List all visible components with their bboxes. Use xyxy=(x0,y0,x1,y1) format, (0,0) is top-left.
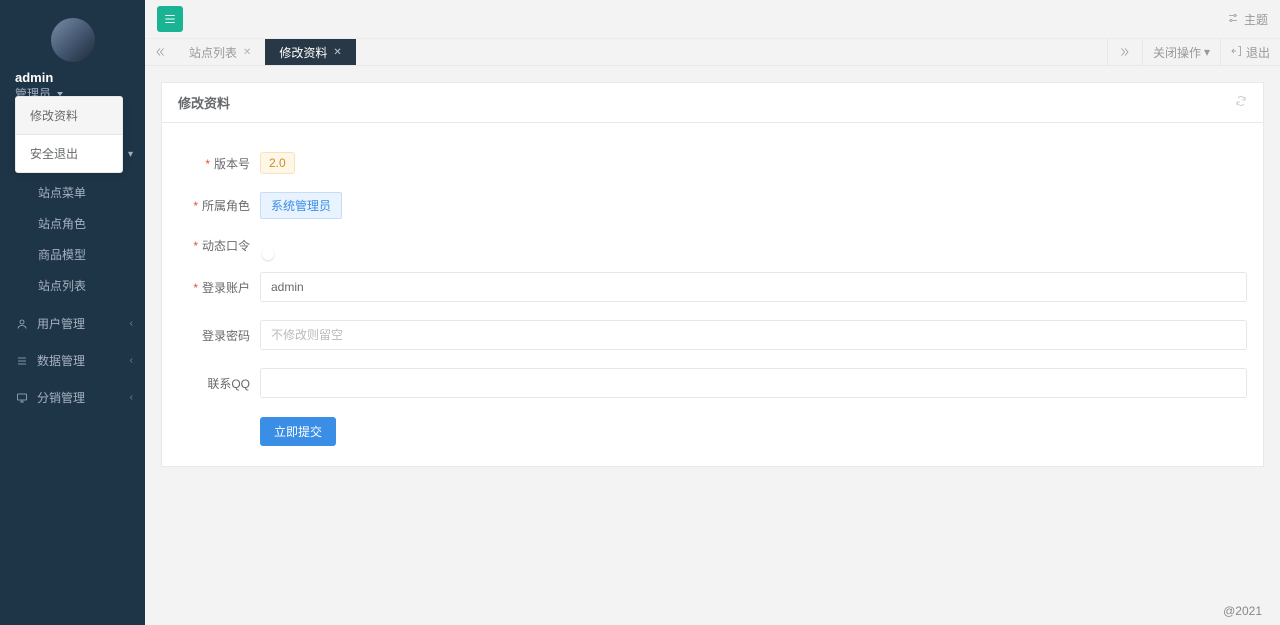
caret-down-icon: ▾ xyxy=(1204,45,1210,59)
qq-input[interactable] xyxy=(260,368,1247,398)
profile-dropdown-edit[interactable]: 修改资料 xyxy=(16,97,122,134)
tab-label: 修改资料 xyxy=(279,44,327,61)
sidebar-item-user-mgmt[interactable]: 用户管理 ‹ xyxy=(0,305,145,342)
sidebar-sub-item[interactable]: 站点菜单 xyxy=(0,177,145,208)
topbar: 主题 xyxy=(145,0,1280,38)
tab-edit-profile[interactable]: 修改资料 ✕ xyxy=(265,39,355,65)
theme-label: 主题 xyxy=(1244,11,1268,28)
sidebar-item-label: 数据管理 xyxy=(37,352,85,369)
panel: 修改资料 *版本号 2.0 *所属角色 系统管理员 *动态 xyxy=(161,82,1264,467)
avatar xyxy=(51,18,95,62)
content: 修改资料 *版本号 2.0 *所属角色 系统管理员 *动态 xyxy=(145,66,1280,597)
panel-body: *版本号 2.0 *所属角色 系统管理员 *动态口令 *登录账户 xyxy=(162,123,1263,466)
field-label-qq: 联系QQ xyxy=(207,377,250,391)
close-icon[interactable]: ✕ xyxy=(243,47,251,58)
refresh-icon[interactable] xyxy=(1235,95,1247,110)
field-label-password: 登录密码 xyxy=(202,329,250,343)
logout-button[interactable]: 退出 xyxy=(1220,39,1280,65)
tab-site-list[interactable]: 站点列表 ✕ xyxy=(175,39,265,65)
logout-label: 退出 xyxy=(1246,44,1270,61)
account-input[interactable] xyxy=(260,272,1247,302)
sidebar-item-label: 用户管理 xyxy=(37,315,85,332)
footer: @2021 xyxy=(145,597,1280,625)
field-label-otp: 动态口令 xyxy=(202,239,250,253)
close-icon[interactable]: ✕ xyxy=(333,47,341,58)
sidebar-sub-site-mgmt: 站点菜单 站点角色 商品模型 站点列表 xyxy=(0,173,145,305)
sidebar-toggle-button[interactable] xyxy=(157,6,183,32)
chevron-left-icon: ‹ xyxy=(130,355,133,366)
main: 主题 站点列表 ✕ 修改资料 ✕ xyxy=(145,0,1280,625)
panel-header: 修改资料 xyxy=(162,83,1263,123)
submit-button[interactable]: 立即提交 xyxy=(260,417,336,446)
list-icon xyxy=(15,355,29,367)
profile-name: admin xyxy=(15,70,130,85)
tabs-scroll-left[interactable] xyxy=(145,39,175,65)
footer-text: @2021 xyxy=(1223,604,1262,618)
sidebar: admin 管理员 修改资料 安全退出 站点管理 ▾ 站点菜单 站点角色 xyxy=(0,0,145,625)
profile-dropdown: 修改资料 安全退出 xyxy=(15,96,123,173)
profile-block: admin 管理员 修改资料 安全退出 xyxy=(0,0,145,110)
field-label-version: 版本号 xyxy=(214,157,250,171)
chevron-left-icon: ‹ xyxy=(130,392,133,403)
theme-button[interactable]: 主题 xyxy=(1226,11,1268,28)
sidebar-sub-item[interactable]: 站点角色 xyxy=(0,208,145,239)
tab-label: 站点列表 xyxy=(189,44,237,61)
logout-icon xyxy=(1231,45,1243,60)
field-label-role: 所属角色 xyxy=(202,199,250,213)
tabs-bar: 站点列表 ✕ 修改资料 ✕ 关闭操作 ▾ xyxy=(145,38,1280,66)
close-operations-dropdown[interactable]: 关闭操作 ▾ xyxy=(1142,39,1220,65)
user-icon xyxy=(15,318,29,330)
field-label-account: 登录账户 xyxy=(202,281,250,295)
role-badge[interactable]: 系统管理员 xyxy=(260,192,342,219)
sidebar-sub-item[interactable]: 站点列表 xyxy=(0,270,145,301)
panel-title: 修改资料 xyxy=(178,93,230,112)
sidebar-item-data-mgmt[interactable]: 数据管理 ‹ xyxy=(0,342,145,379)
chevron-left-icon: ‹ xyxy=(130,318,133,329)
sidebar-item-label: 分销管理 xyxy=(37,389,85,406)
monitor-icon xyxy=(15,392,29,404)
sliders-icon xyxy=(1226,12,1240,27)
sidebar-item-dist-mgmt[interactable]: 分销管理 ‹ xyxy=(0,379,145,416)
profile-dropdown-logout[interactable]: 安全退出 xyxy=(16,135,122,172)
tabs-scroll-right[interactable] xyxy=(1107,39,1142,65)
close-ops-label: 关闭操作 xyxy=(1153,44,1201,61)
sidebar-nav: 站点管理 ▾ 站点菜单 站点角色 商品模型 站点列表 用户管理 ‹ 数 xyxy=(0,136,145,416)
password-input[interactable] xyxy=(260,320,1247,350)
sidebar-sub-item[interactable]: 商品模型 xyxy=(0,239,145,270)
version-badge: 2.0 xyxy=(260,152,295,174)
chevron-down-icon: ▾ xyxy=(128,149,133,160)
